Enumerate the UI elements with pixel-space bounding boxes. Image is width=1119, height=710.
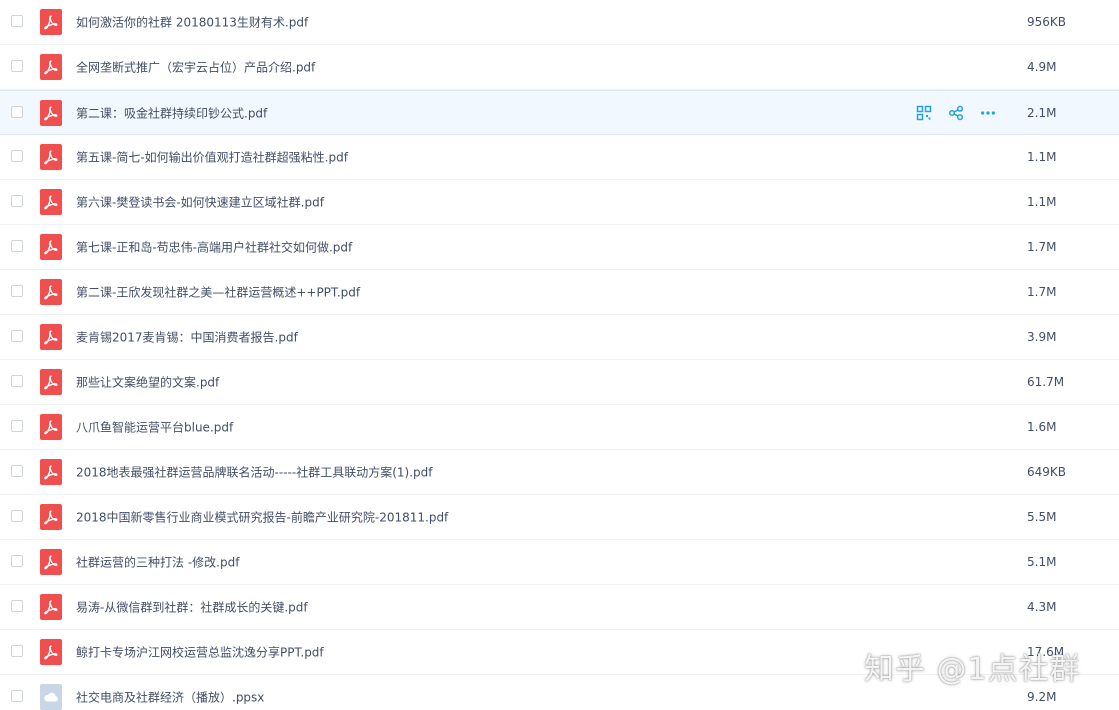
share-icon[interactable] <box>948 105 964 121</box>
row-checkbox[interactable] <box>11 15 23 27</box>
file-row[interactable]: 全网垄断式推广（宏宇云占位）产品介绍.pdf 4.9M <box>0 45 1119 90</box>
file-size: 5.1M <box>1027 555 1057 569</box>
pdf-file-icon <box>40 594 62 620</box>
file-name-link[interactable]: 社交电商及社群经济（播放）.ppsx <box>76 689 264 706</box>
row-checkbox[interactable] <box>11 465 23 477</box>
pdf-file-icon <box>40 324 62 350</box>
pdf-file-icon <box>40 369 62 395</box>
file-row[interactable]: 第五课-简七-如何输出价值观打造社群超强粘性.pdf 1.1M <box>0 135 1119 180</box>
file-row[interactable]: 鲸打卡专场沪江网校运营总监沈逸分享PPT.pdf 17.6M <box>0 630 1119 675</box>
file-size: 9.2M <box>1027 690 1057 704</box>
file-size: 4.3M <box>1027 600 1057 614</box>
pdf-file-icon <box>40 639 62 665</box>
pdf-file-icon <box>40 504 62 530</box>
file-row[interactable]: 2018中国新零售行业商业模式研究报告-前瞻产业研究院-201811.pdf 5.… <box>0 495 1119 540</box>
qrcode-icon[interactable] <box>916 105 932 121</box>
file-name-link[interactable]: 全网垄断式推广（宏宇云占位）产品介绍.pdf <box>76 59 315 76</box>
row-checkbox[interactable] <box>11 420 23 432</box>
file-row[interactable]: 易涛-从微信群到社群：社群成长的关键.pdf 4.3M <box>0 585 1119 630</box>
file-name-link[interactable]: 2018中国新零售行业商业模式研究报告-前瞻产业研究院-201811.pdf <box>76 509 448 526</box>
file-name-link[interactable]: 那些让文案绝望的文案.pdf <box>76 374 219 391</box>
row-checkbox[interactable] <box>11 690 23 702</box>
pdf-file-icon <box>40 9 62 35</box>
row-checkbox[interactable] <box>11 240 23 252</box>
file-size: 1.6M <box>1027 420 1057 434</box>
file-name-link[interactable]: 第六课-樊登读书会-如何快速建立区域社群.pdf <box>76 194 324 211</box>
file-row[interactable]: 社交电商及社群经济（播放）.ppsx 9.2M <box>0 675 1119 710</box>
more-icon[interactable] <box>980 105 996 121</box>
row-checkbox[interactable] <box>11 645 23 657</box>
file-name-link[interactable]: 第二课-王欣发现社群之美—社群运营概述++PPT.pdf <box>76 284 360 301</box>
file-name-link[interactable]: 2018地表最强社群运营品牌联名活动-----社群工具联动方案(1).pdf <box>76 464 432 481</box>
file-row[interactable]: 第二课-王欣发现社群之美—社群运营概述++PPT.pdf 1.7M <box>0 270 1119 315</box>
pdf-file-icon <box>40 459 62 485</box>
file-name-link[interactable]: 社群运营的三种打法 -修改.pdf <box>76 554 239 571</box>
file-name-link[interactable]: 第五课-简七-如何输出价值观打造社群超强粘性.pdf <box>76 149 348 166</box>
file-size: 3.9M <box>1027 330 1057 344</box>
pdf-file-icon <box>40 99 62 126</box>
cloud-file-icon <box>40 684 62 710</box>
row-checkbox[interactable] <box>11 600 23 612</box>
file-row[interactable]: 第二课：吸金社群持续印钞公式.pdf 2.1M <box>0 90 1119 135</box>
pdf-file-icon <box>40 189 62 215</box>
file-size: 1.1M <box>1027 195 1057 209</box>
file-name-link[interactable]: 八爪鱼智能运营平台blue.pdf <box>76 419 233 436</box>
file-size: 956KB <box>1027 15 1067 29</box>
row-checkbox[interactable] <box>11 285 23 297</box>
pdf-file-icon <box>40 234 62 260</box>
file-size: 1.1M <box>1027 150 1057 164</box>
file-name-link[interactable]: 易涛-从微信群到社群：社群成长的关键.pdf <box>76 599 308 616</box>
file-size: 61.7M <box>1027 375 1065 389</box>
pdf-file-icon <box>40 549 62 575</box>
row-checkbox[interactable] <box>11 195 23 207</box>
file-size: 2.1M <box>1027 105 1057 120</box>
file-name-link[interactable]: 第二课：吸金社群持续印钞公式.pdf <box>76 104 267 121</box>
file-row[interactable]: 如何激活你的社群 20180113生财有术.pdf 956KB <box>0 0 1119 45</box>
file-row[interactable]: 八爪鱼智能运营平台blue.pdf 1.6M <box>0 405 1119 450</box>
file-row[interactable]: 麦肯锡2017麦肯锡：中国消费者报告.pdf 3.9M <box>0 315 1119 360</box>
pdf-file-icon <box>40 279 62 305</box>
file-row[interactable]: 社群运营的三种打法 -修改.pdf 5.1M <box>0 540 1119 585</box>
row-checkbox[interactable] <box>11 60 23 72</box>
row-checkbox[interactable] <box>11 150 23 162</box>
file-row[interactable]: 那些让文案绝望的文案.pdf 61.7M <box>0 360 1119 405</box>
row-actions <box>916 105 996 121</box>
pdf-file-icon <box>40 144 62 170</box>
row-checkbox[interactable] <box>11 105 23 118</box>
file-list: 如何激活你的社群 20180113生财有术.pdf 956KB 全网垄断式推广（宏宇… <box>0 0 1119 710</box>
file-name-link[interactable]: 如何激活你的社群 20180113生财有术.pdf <box>76 14 308 31</box>
file-size: 1.7M <box>1027 285 1057 299</box>
file-size: 649KB <box>1027 465 1067 479</box>
row-checkbox[interactable] <box>11 375 23 387</box>
file-size: 5.5M <box>1027 510 1057 524</box>
file-size: 1.7M <box>1027 240 1057 254</box>
pdf-file-icon <box>40 54 62 80</box>
file-row[interactable]: 第七课-正和岛-苟忠伟-高端用户社群社交如何做.pdf 1.7M <box>0 225 1119 270</box>
file-size: 4.9M <box>1027 60 1057 74</box>
file-name-link[interactable]: 第七课-正和岛-苟忠伟-高端用户社群社交如何做.pdf <box>76 239 352 256</box>
file-row[interactable]: 第六课-樊登读书会-如何快速建立区域社群.pdf 1.1M <box>0 180 1119 225</box>
row-checkbox[interactable] <box>11 330 23 342</box>
row-checkbox[interactable] <box>11 510 23 522</box>
file-name-link[interactable]: 麦肯锡2017麦肯锡：中国消费者报告.pdf <box>76 329 298 346</box>
file-size: 17.6M <box>1027 645 1065 659</box>
file-name-link[interactable]: 鲸打卡专场沪江网校运营总监沈逸分享PPT.pdf <box>76 644 324 661</box>
row-checkbox[interactable] <box>11 555 23 567</box>
file-row[interactable]: 2018地表最强社群运营品牌联名活动-----社群工具联动方案(1).pdf 64… <box>0 450 1119 495</box>
pdf-file-icon <box>40 414 62 440</box>
